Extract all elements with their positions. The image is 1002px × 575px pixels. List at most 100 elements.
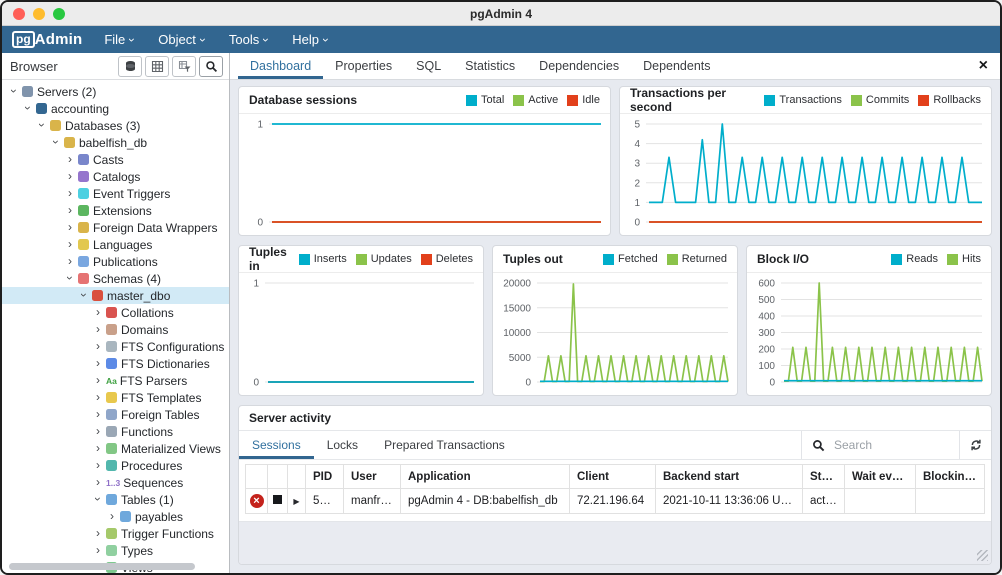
tree-item-materialized-views[interactable]: ›Materialized Views [2,440,229,457]
expand-arrow-icon[interactable]: › [91,357,105,370]
expand-arrow-icon[interactable]: › [63,238,77,251]
collapse-arrow-icon[interactable]: › [91,493,105,506]
column-user[interactable]: User [344,465,401,489]
tree-item-languages[interactable]: ›Languages [2,236,229,253]
tree-item-domains[interactable]: ›Domains [2,321,229,338]
tree-item-databases-3[interactable]: ›Databases (3) [2,117,229,134]
collapse-arrow-icon[interactable]: › [49,136,63,149]
tree-item-payables[interactable]: ›payables [2,508,229,525]
column-expand[interactable] [288,465,306,489]
chart-title: Tuples in [249,245,299,273]
resize-grip[interactable] [977,550,988,561]
column-application[interactable]: Application [401,465,570,489]
column-blocking-pids[interactable]: Blocking PIDs [916,465,985,489]
expand-arrow-icon[interactable]: › [91,408,105,421]
tab-dependents[interactable]: Dependents [631,53,722,79]
expand-arrow-icon[interactable]: › [91,306,105,319]
collapse-arrow-icon[interactable]: › [35,119,49,132]
activity-search-input[interactable] [834,438,938,452]
tree-item-servers-2[interactable]: ›Servers (2) [2,83,229,100]
collapse-arrow-icon[interactable]: › [77,289,91,302]
search-button[interactable] [199,56,223,77]
minimize-window-button[interactable] [33,8,45,20]
menu-object[interactable]: Object› [158,32,205,47]
activity-tab-locks[interactable]: Locks [314,431,371,459]
column-backend-start[interactable]: Backend start [656,465,803,489]
close-window-button[interactable] [13,8,25,20]
column-wait-event[interactable]: Wait event [845,465,916,489]
expand-arrow-icon[interactable]: › [91,442,105,455]
filter-button[interactable] [172,56,196,77]
collapse-arrow-icon[interactable]: › [63,272,77,285]
legend-updates: Updates [356,253,412,265]
column-state[interactable]: State [803,465,845,489]
tree-item-collations[interactable]: ›Collations [2,304,229,321]
tree-item-foreign-tables[interactable]: ›Foreign Tables [2,406,229,423]
activity-tab-prepared-transactions[interactable]: Prepared Transactions [371,431,518,459]
expand-arrow-icon[interactable]: › [91,391,105,404]
tree-item-functions[interactable]: ›Functions [2,423,229,440]
tab-sql[interactable]: SQL [404,53,453,79]
expand-arrow-icon[interactable]: › [105,510,119,523]
procedures-icon [106,460,117,471]
expand-arrow-icon[interactable]: › [63,153,77,166]
table-row[interactable]: ×▶5649manfredpgAdmin 4 - DB:babelfish_db… [246,489,985,514]
expand-arrow-icon[interactable]: › [91,527,105,540]
tree-item-fts-dictionaries[interactable]: ›FTS Dictionaries [2,355,229,372]
object-explorer-button[interactable] [118,56,142,77]
tree-item-trigger-functions[interactable]: ›Trigger Functions [2,525,229,542]
menu-tools[interactable]: Tools› [229,32,268,47]
tab-dashboard[interactable]: Dashboard [238,53,323,79]
tree-item-master-dbo[interactable]: ›master_dbo [2,287,229,304]
tab-dependencies[interactable]: Dependencies [527,53,631,79]
tree-item-extensions[interactable]: ›Extensions [2,202,229,219]
zoom-window-button[interactable] [53,8,65,20]
tree-item-fts-parsers[interactable]: ›AaFTS Parsers [2,372,229,389]
tree-item-babelfish-db[interactable]: ›babelfish_db [2,134,229,151]
tree-horizontal-scrollbar[interactable] [9,563,195,570]
tree-item-sequences[interactable]: ›1..3Sequences [2,474,229,491]
expand-arrow-icon[interactable]: › [91,323,105,336]
collapse-arrow-icon[interactable]: › [21,102,35,115]
tree-item-accounting[interactable]: ›accounting [2,100,229,117]
expand-arrow-icon[interactable]: › [91,459,105,472]
collapse-arrow-icon[interactable]: › [7,85,21,98]
expand-arrow-icon[interactable]: › [91,425,105,438]
expand-arrow-icon[interactable]: › [63,255,77,268]
refresh-button[interactable] [959,431,991,459]
column-terminate[interactable] [246,465,268,489]
expand-arrow-icon[interactable]: › [91,544,105,557]
grid-view-button[interactable] [145,56,169,77]
tree-item-casts[interactable]: ›Casts [2,151,229,168]
column-cancel[interactable] [268,465,288,489]
tab-statistics[interactable]: Statistics [453,53,527,79]
expand-arrow-icon[interactable]: › [63,170,77,183]
cancel-query-icon[interactable] [273,495,282,504]
activity-tab-sessions[interactable]: Sessions [239,431,314,459]
column-pid[interactable]: PID [306,465,344,489]
expand-arrow-icon[interactable]: › [91,340,105,353]
tree-item-publications[interactable]: ›Publications [2,253,229,270]
menu-help[interactable]: Help› [292,32,328,47]
expand-arrow-icon[interactable]: › [63,187,77,200]
expand-row-icon[interactable]: ▶ [293,497,299,506]
svg-text:15000: 15000 [503,303,531,314]
tree-item-procedures[interactable]: ›Procedures [2,457,229,474]
expand-arrow-icon[interactable]: › [91,374,105,387]
close-tab-icon[interactable]: × [967,58,1000,74]
tree-item-foreign-data-wrappers[interactable]: ›Foreign Data Wrappers [2,219,229,236]
expand-arrow-icon[interactable]: › [63,204,77,217]
tree-item-event-triggers[interactable]: ›Event Triggers [2,185,229,202]
tree-item-types[interactable]: ›Types [2,542,229,559]
tree-item-catalogs[interactable]: ›Catalogs [2,168,229,185]
menu-file[interactable]: File› [104,32,134,47]
column-client[interactable]: Client [570,465,656,489]
terminate-session-icon[interactable]: × [250,494,264,508]
tree-item-schemas-4[interactable]: ›Schemas (4) [2,270,229,287]
expand-arrow-icon[interactable]: › [63,221,77,234]
tree-item-tables-1[interactable]: ›Tables (1) [2,491,229,508]
expand-arrow-icon[interactable]: › [91,476,105,489]
tree-item-fts-configurations[interactable]: ›FTS Configurations [2,338,229,355]
tree-item-fts-templates[interactable]: ›FTS Templates [2,389,229,406]
tab-properties[interactable]: Properties [323,53,404,79]
